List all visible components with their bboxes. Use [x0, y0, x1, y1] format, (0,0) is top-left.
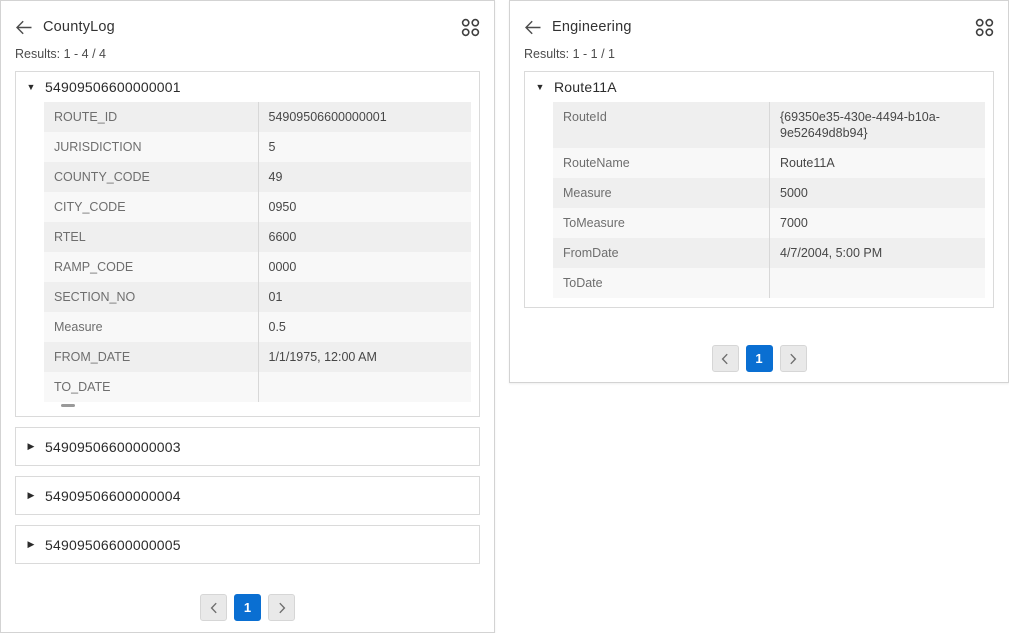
field-value: 5 [258, 132, 472, 162]
field-label: RouteId [553, 102, 769, 148]
table-row: RTEL6600 [44, 222, 471, 252]
next-page-button[interactable] [780, 345, 807, 372]
feature-card: ▶ 54909506600000003 [15, 427, 480, 466]
apps-grid-icon[interactable] [461, 18, 480, 37]
field-value: 4/7/2004, 5:00 PM [769, 238, 985, 268]
table-row: FROM_DATE1/1/1975, 12:00 AM [44, 342, 471, 372]
field-label: SECTION_NO [44, 282, 258, 312]
screenshot-root: CountyLogResults: 1 - 4 / 4▼549095066000… [0, 0, 1009, 633]
panel-header: Engineering [524, 15, 994, 39]
results-count: Results: 1 - 1 / 1 [524, 47, 994, 61]
caret-down-icon: ▼ [535, 83, 545, 92]
feature-card: ▶ 54909506600000004 [15, 476, 480, 515]
field-label: ToMeasure [553, 208, 769, 238]
feature-card: ▶ 54909506600000005 [15, 525, 480, 564]
table-row: COUNTY_CODE49 [44, 162, 471, 192]
table-row: ToMeasure7000 [553, 208, 985, 238]
attribute-table: ROUTE_ID54909506600000001JURISDICTION5CO… [44, 102, 471, 402]
caret-down-icon: ▼ [26, 83, 36, 92]
field-value [258, 372, 472, 402]
field-label: ROUTE_ID [44, 102, 258, 132]
back-arrow-icon[interactable] [524, 20, 541, 35]
field-label: RTEL [44, 222, 258, 252]
feature-toggle[interactable]: ▼ 54909506600000001 [16, 72, 479, 102]
table-row: RAMP_CODE0000 [44, 252, 471, 282]
field-value: 7000 [769, 208, 985, 238]
prev-page-button[interactable] [712, 345, 739, 372]
feature-title: 54909506600000001 [45, 79, 181, 95]
attribute-table: RouteId{69350e35-430e-4494-b10a-9e52649d… [553, 102, 985, 298]
table-row: CITY_CODE0950 [44, 192, 471, 222]
table-row: TO_DATE [44, 372, 471, 402]
apps-grid-icon[interactable] [975, 18, 994, 37]
pagination: 1 [1, 594, 494, 621]
table-row: SECTION_NO01 [44, 282, 471, 312]
field-value [769, 268, 985, 298]
feature-info-panel-engineering: EngineeringResults: 1 - 1 / 1▼Route11ARo… [509, 0, 1009, 383]
feature-card: ▼Route11ARouteId{69350e35-430e-4494-b10a… [524, 71, 994, 308]
field-value: 49 [258, 162, 472, 192]
current-page-button[interactable]: 1 [234, 594, 261, 621]
pagination: 1 [510, 345, 1008, 372]
table-row: JURISDICTION5 [44, 132, 471, 162]
table-row: FromDate4/7/2004, 5:00 PM [553, 238, 985, 268]
table-row: RouteId{69350e35-430e-4494-b10a-9e52649d… [553, 102, 985, 148]
feature-toggle[interactable]: ▶ 54909506600000004 [16, 477, 479, 514]
panel-title: CountyLog [43, 19, 115, 35]
feature-toggle[interactable]: ▶ 54909506600000003 [16, 428, 479, 465]
feature-title: 54909506600000005 [45, 537, 181, 553]
field-value: 5000 [769, 178, 985, 208]
field-value: {69350e35-430e-4494-b10a-9e52649d8b94} [769, 102, 985, 148]
field-label: RouteName [553, 148, 769, 178]
table-row: ROUTE_ID54909506600000001 [44, 102, 471, 132]
field-value: 1/1/1975, 12:00 AM [258, 342, 472, 372]
caret-right-icon: ▶ [26, 491, 36, 500]
table-row: Measure0.5 [44, 312, 471, 342]
feature-card: ▼54909506600000001ROUTE_ID54909506600000… [15, 71, 480, 417]
field-label: JURISDICTION [44, 132, 258, 162]
next-page-button[interactable] [268, 594, 295, 621]
caret-right-icon: ▶ [26, 540, 36, 549]
feature-toggle[interactable]: ▼ Route11A [525, 72, 993, 102]
table-row: ToDate [553, 268, 985, 298]
field-value: 0950 [258, 192, 472, 222]
caret-right-icon: ▶ [26, 442, 36, 451]
panel-header: CountyLog [15, 15, 480, 39]
feature-title: Route11A [554, 79, 617, 95]
field-label: TO_DATE [44, 372, 258, 402]
feature-title: 54909506600000003 [45, 439, 181, 455]
field-label: FromDate [553, 238, 769, 268]
field-label: CITY_CODE [44, 192, 258, 222]
field-value: 01 [258, 282, 472, 312]
field-label: RAMP_CODE [44, 252, 258, 282]
field-label: Measure [553, 178, 769, 208]
field-value: 0.5 [258, 312, 472, 342]
field-label: Measure [44, 312, 258, 342]
field-label: ToDate [553, 268, 769, 298]
field-label: FROM_DATE [44, 342, 258, 372]
feature-info-panel-countylog: CountyLogResults: 1 - 4 / 4▼549095066000… [0, 0, 495, 633]
field-value: 54909506600000001 [258, 102, 472, 132]
panel-title: Engineering [552, 19, 632, 35]
back-arrow-icon[interactable] [15, 20, 32, 35]
results-count: Results: 1 - 4 / 4 [15, 47, 480, 61]
feature-toggle[interactable]: ▶ 54909506600000005 [16, 526, 479, 563]
field-label: COUNTY_CODE [44, 162, 258, 192]
prev-page-button[interactable] [200, 594, 227, 621]
feature-list: ▼Route11ARouteId{69350e35-430e-4494-b10a… [524, 71, 994, 308]
feature-list: ▼54909506600000001ROUTE_ID54909506600000… [15, 71, 480, 564]
table-row: Measure5000 [553, 178, 985, 208]
field-value: 6600 [258, 222, 472, 252]
current-page-button[interactable]: 1 [746, 345, 773, 372]
field-value: Route11A [769, 148, 985, 178]
feature-title: 54909506600000004 [45, 488, 181, 504]
field-value: 0000 [258, 252, 472, 282]
table-row: RouteNameRoute11A [553, 148, 985, 178]
